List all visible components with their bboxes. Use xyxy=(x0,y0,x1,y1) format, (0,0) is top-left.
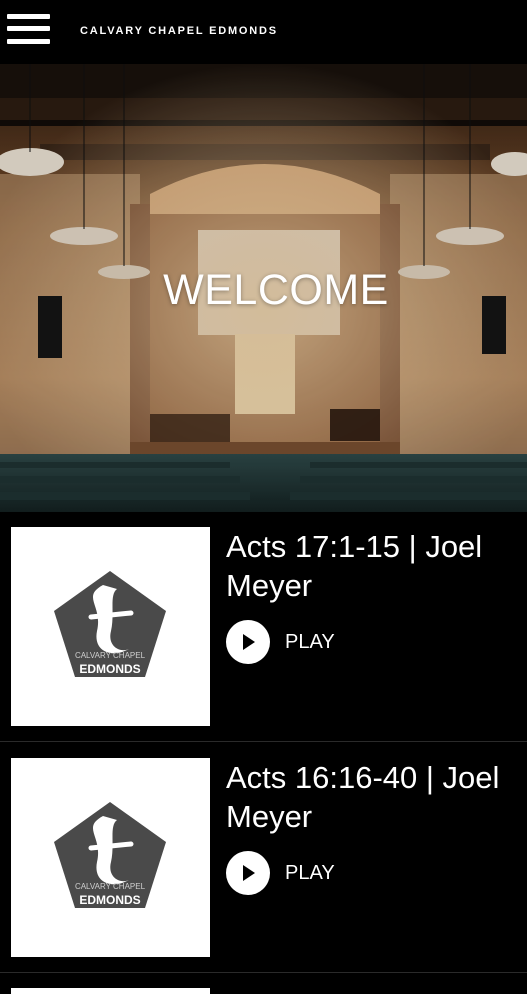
sermon-thumbnail[interactable]: CALVARY CHAPEL EDMONDS xyxy=(11,527,210,726)
sermon-title[interactable]: Acts 17:1-15 | Joel Meyer xyxy=(226,527,521,605)
hero-banner: WELCOME xyxy=(0,64,527,512)
logo-top-text: CALVARY CHAPEL xyxy=(75,882,146,891)
divider xyxy=(0,972,527,973)
sermon-thumbnail-partial[interactable] xyxy=(11,988,210,994)
sermon-list-item[interactable]: CALVARY CHAPEL EDMONDS Acts 16:16-40 | J… xyxy=(0,743,527,973)
app-header: CALVARY CHAPEL EDMONDS xyxy=(0,0,527,64)
play-label[interactable]: PLAY xyxy=(285,862,335,885)
logo-bottom-text: EDMONDS xyxy=(79,662,140,676)
sermon-thumbnail[interactable]: CALVARY CHAPEL EDMONDS xyxy=(11,758,210,957)
divider xyxy=(0,741,527,742)
logo-top-text: CALVARY CHAPEL xyxy=(75,651,146,660)
sermon-list-item[interactable]: CALVARY CHAPEL EDMONDS Acts 17:1-15 | Jo… xyxy=(0,512,527,742)
hero-title: WELCOME xyxy=(163,266,389,314)
play-icon[interactable] xyxy=(226,620,270,664)
play-button[interactable]: PLAY xyxy=(226,851,366,897)
hamburger-menu-icon[interactable] xyxy=(7,14,51,46)
play-icon[interactable] xyxy=(226,851,270,895)
church-logo-icon: CALVARY CHAPEL EDMONDS xyxy=(54,802,166,908)
church-logo-icon: CALVARY CHAPEL EDMONDS xyxy=(54,571,166,677)
sermon-title[interactable]: Acts 16:16-40 | Joel Meyer xyxy=(226,758,521,836)
logo-bottom-text: EDMONDS xyxy=(79,893,140,907)
play-label[interactable]: PLAY xyxy=(285,631,335,654)
play-button[interactable]: PLAY xyxy=(226,620,366,666)
brand-title[interactable]: CALVARY CHAPEL EDMONDS xyxy=(80,25,278,37)
